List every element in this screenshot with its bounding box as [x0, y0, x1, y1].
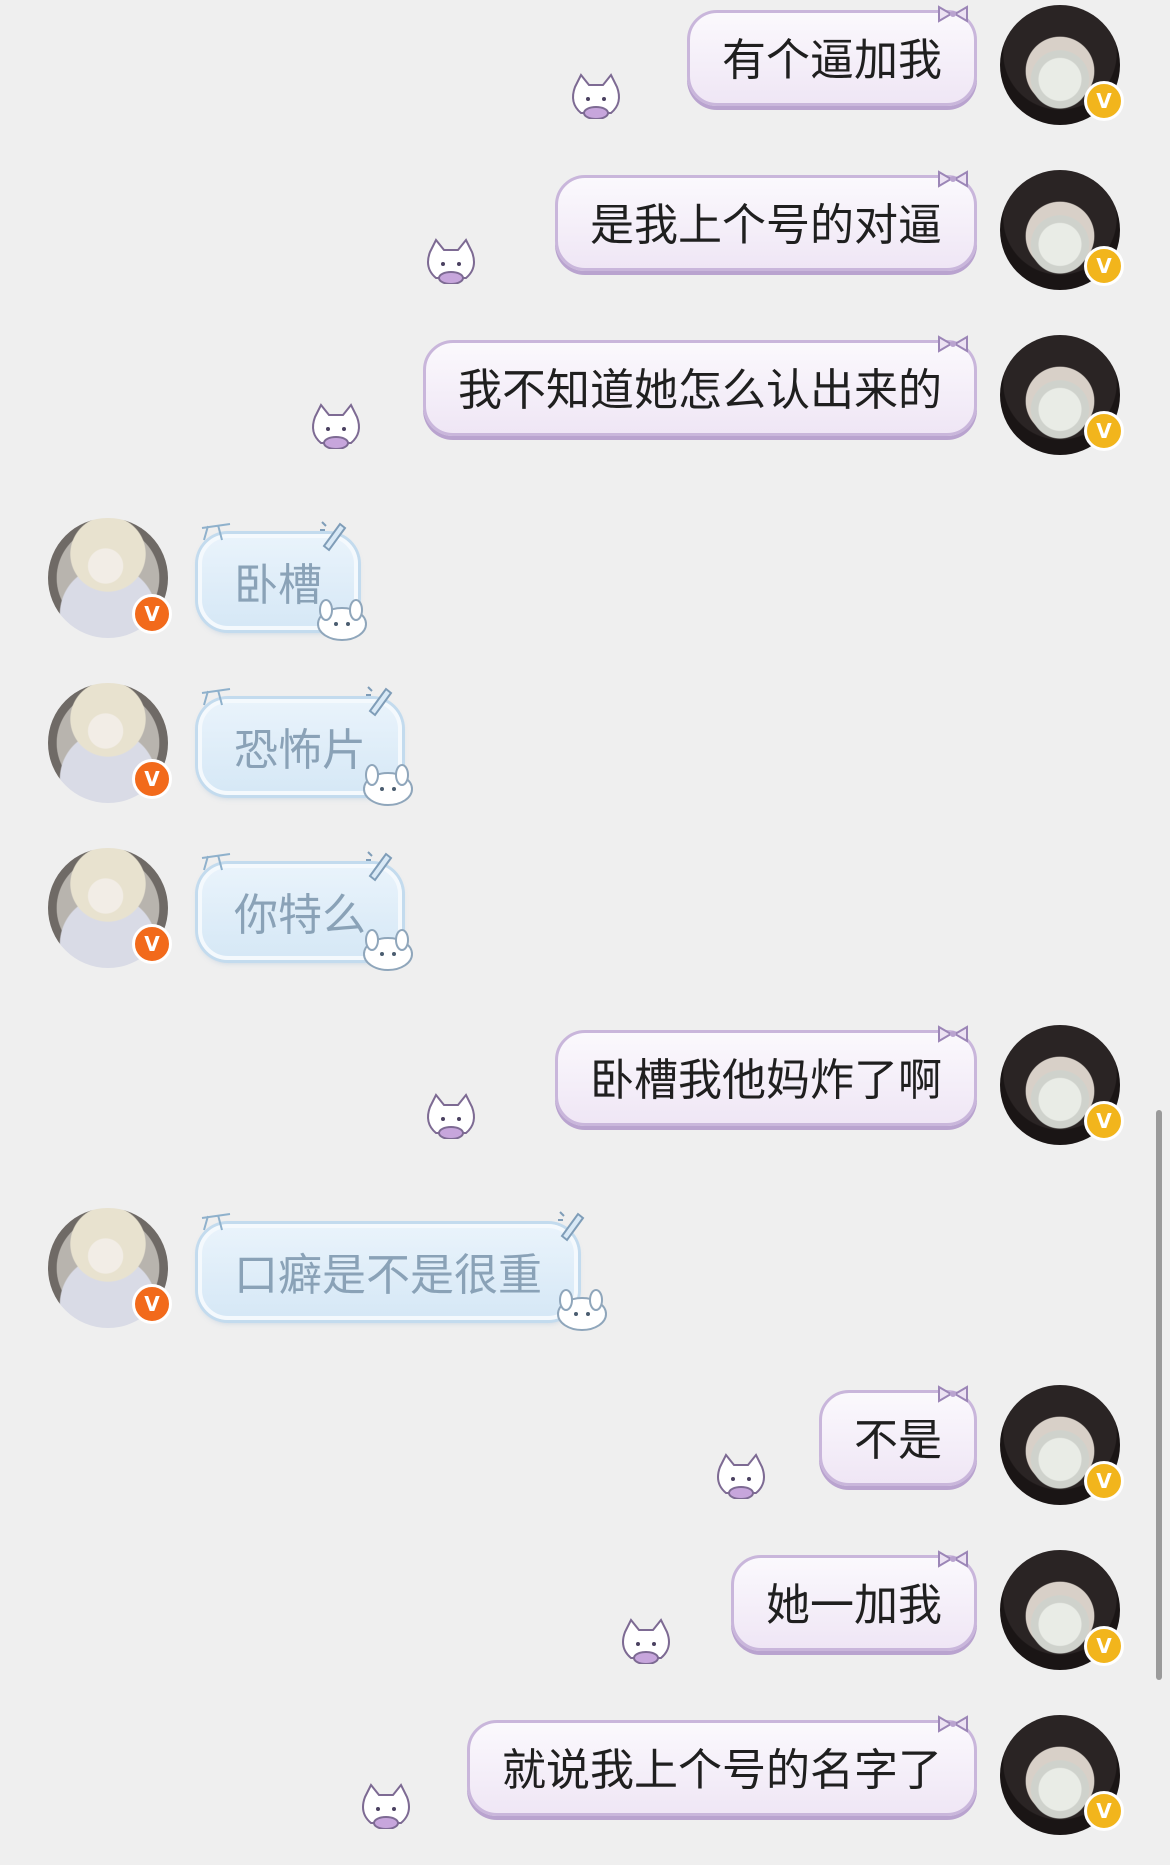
bunny-with-pen-icon [317, 599, 367, 641]
avatar[interactable]: V [1000, 5, 1124, 125]
message-row: 她一加我 V [0, 1550, 1170, 1700]
message-row: 就说我上个号的名字了 V [0, 1715, 1170, 1865]
message-text: 卧槽 [234, 560, 322, 611]
bow-icon [938, 5, 968, 23]
pen-icon [558, 1211, 585, 1242]
cat-with-bow-icon [572, 73, 620, 119]
message-bubble-sent[interactable]: 有个逼加我 [687, 10, 977, 106]
bunny-with-pen-icon [363, 764, 413, 806]
verified-badge: V [1084, 246, 1124, 286]
avatar[interactable]: V [1000, 1025, 1124, 1145]
message-text: 卧槽我他妈炸了啊 [590, 1055, 942, 1106]
verified-badge: V [132, 1284, 172, 1324]
cat-with-bow-icon [362, 1783, 410, 1829]
ribbon-icon [201, 853, 231, 871]
message-row: V 口癖是不是很重 [0, 1208, 1170, 1358]
avatar[interactable]: V [1000, 335, 1124, 455]
verified-badge: V [1084, 1626, 1124, 1666]
cat-with-bow-icon [717, 1453, 765, 1499]
avatar[interactable]: V [48, 1208, 172, 1328]
avatar[interactable]: V [48, 518, 172, 638]
verified-badge: V [132, 924, 172, 964]
message-row: 卧槽我他妈炸了啊 V [0, 1025, 1170, 1175]
pen-icon [366, 851, 393, 882]
message-row: 不是 V [0, 1385, 1170, 1535]
verified-badge: V [1084, 411, 1124, 451]
bow-icon [938, 170, 968, 188]
verified-badge: V [1084, 1791, 1124, 1831]
bunny-with-pen-icon [557, 1289, 607, 1331]
ribbon-icon [201, 688, 231, 706]
bow-icon [938, 335, 968, 353]
message-bubble-sent[interactable]: 我不知道她怎么认出来的 [423, 340, 977, 436]
scrollbar[interactable] [1156, 1110, 1162, 1680]
message-text: 恐怖片 [234, 725, 366, 776]
avatar[interactable]: V [1000, 1550, 1124, 1670]
verified-badge: V [1084, 81, 1124, 121]
message-row: 我不知道她怎么认出来的 V [0, 335, 1170, 485]
verified-badge: V [132, 594, 172, 634]
message-row: 有个逼加我 V [0, 5, 1170, 155]
pen-icon [366, 686, 393, 717]
cat-with-bow-icon [427, 238, 475, 284]
message-row: V 卧槽 [0, 518, 1170, 668]
message-bubble-sent[interactable]: 就说我上个号的名字了 [467, 1720, 977, 1816]
avatar[interactable]: V [1000, 170, 1124, 290]
avatar[interactable]: V [48, 848, 172, 968]
verified-badge: V [1084, 1101, 1124, 1141]
message-bubble-sent[interactable]: 是我上个号的对逼 [555, 175, 977, 271]
message-text: 不是 [854, 1415, 942, 1466]
verified-badge: V [1084, 1461, 1124, 1501]
message-text: 你特么 [234, 890, 366, 941]
pen-icon [320, 521, 347, 552]
message-row: 是我上个号的对逼 V [0, 170, 1170, 320]
bow-icon [938, 1385, 968, 1403]
message-row: V 你特么 [0, 848, 1170, 998]
message-text: 我不知道她怎么认出来的 [458, 365, 942, 416]
message-text: 是我上个号的对逼 [590, 200, 942, 251]
bow-icon [938, 1025, 968, 1043]
avatar[interactable]: V [48, 683, 172, 803]
bunny-with-pen-icon [363, 929, 413, 971]
chat-message-list[interactable]: 有个逼加我 V 是我上个号的对逼 V 我不知道她怎么认出来的 V V 卧槽 V … [0, 0, 1170, 1835]
cat-with-bow-icon [427, 1093, 475, 1139]
avatar[interactable]: V [1000, 1715, 1124, 1835]
message-text: 她一加我 [766, 1580, 942, 1631]
message-bubble-received[interactable]: 口癖是不是很重 [198, 1224, 578, 1320]
bow-icon [938, 1715, 968, 1733]
avatar[interactable]: V [1000, 1385, 1124, 1505]
ribbon-icon [201, 1213, 231, 1231]
message-text: 有个逼加我 [722, 35, 942, 86]
ribbon-icon [201, 523, 231, 541]
message-text: 口癖是不是很重 [234, 1250, 542, 1301]
cat-with-bow-icon [312, 403, 360, 449]
message-text: 就说我上个号的名字了 [502, 1745, 942, 1796]
verified-badge: V [132, 759, 172, 799]
cat-with-bow-icon [622, 1618, 670, 1664]
bow-icon [938, 1550, 968, 1568]
message-row: V 恐怖片 [0, 683, 1170, 833]
message-bubble-sent[interactable]: 卧槽我他妈炸了啊 [555, 1030, 977, 1126]
